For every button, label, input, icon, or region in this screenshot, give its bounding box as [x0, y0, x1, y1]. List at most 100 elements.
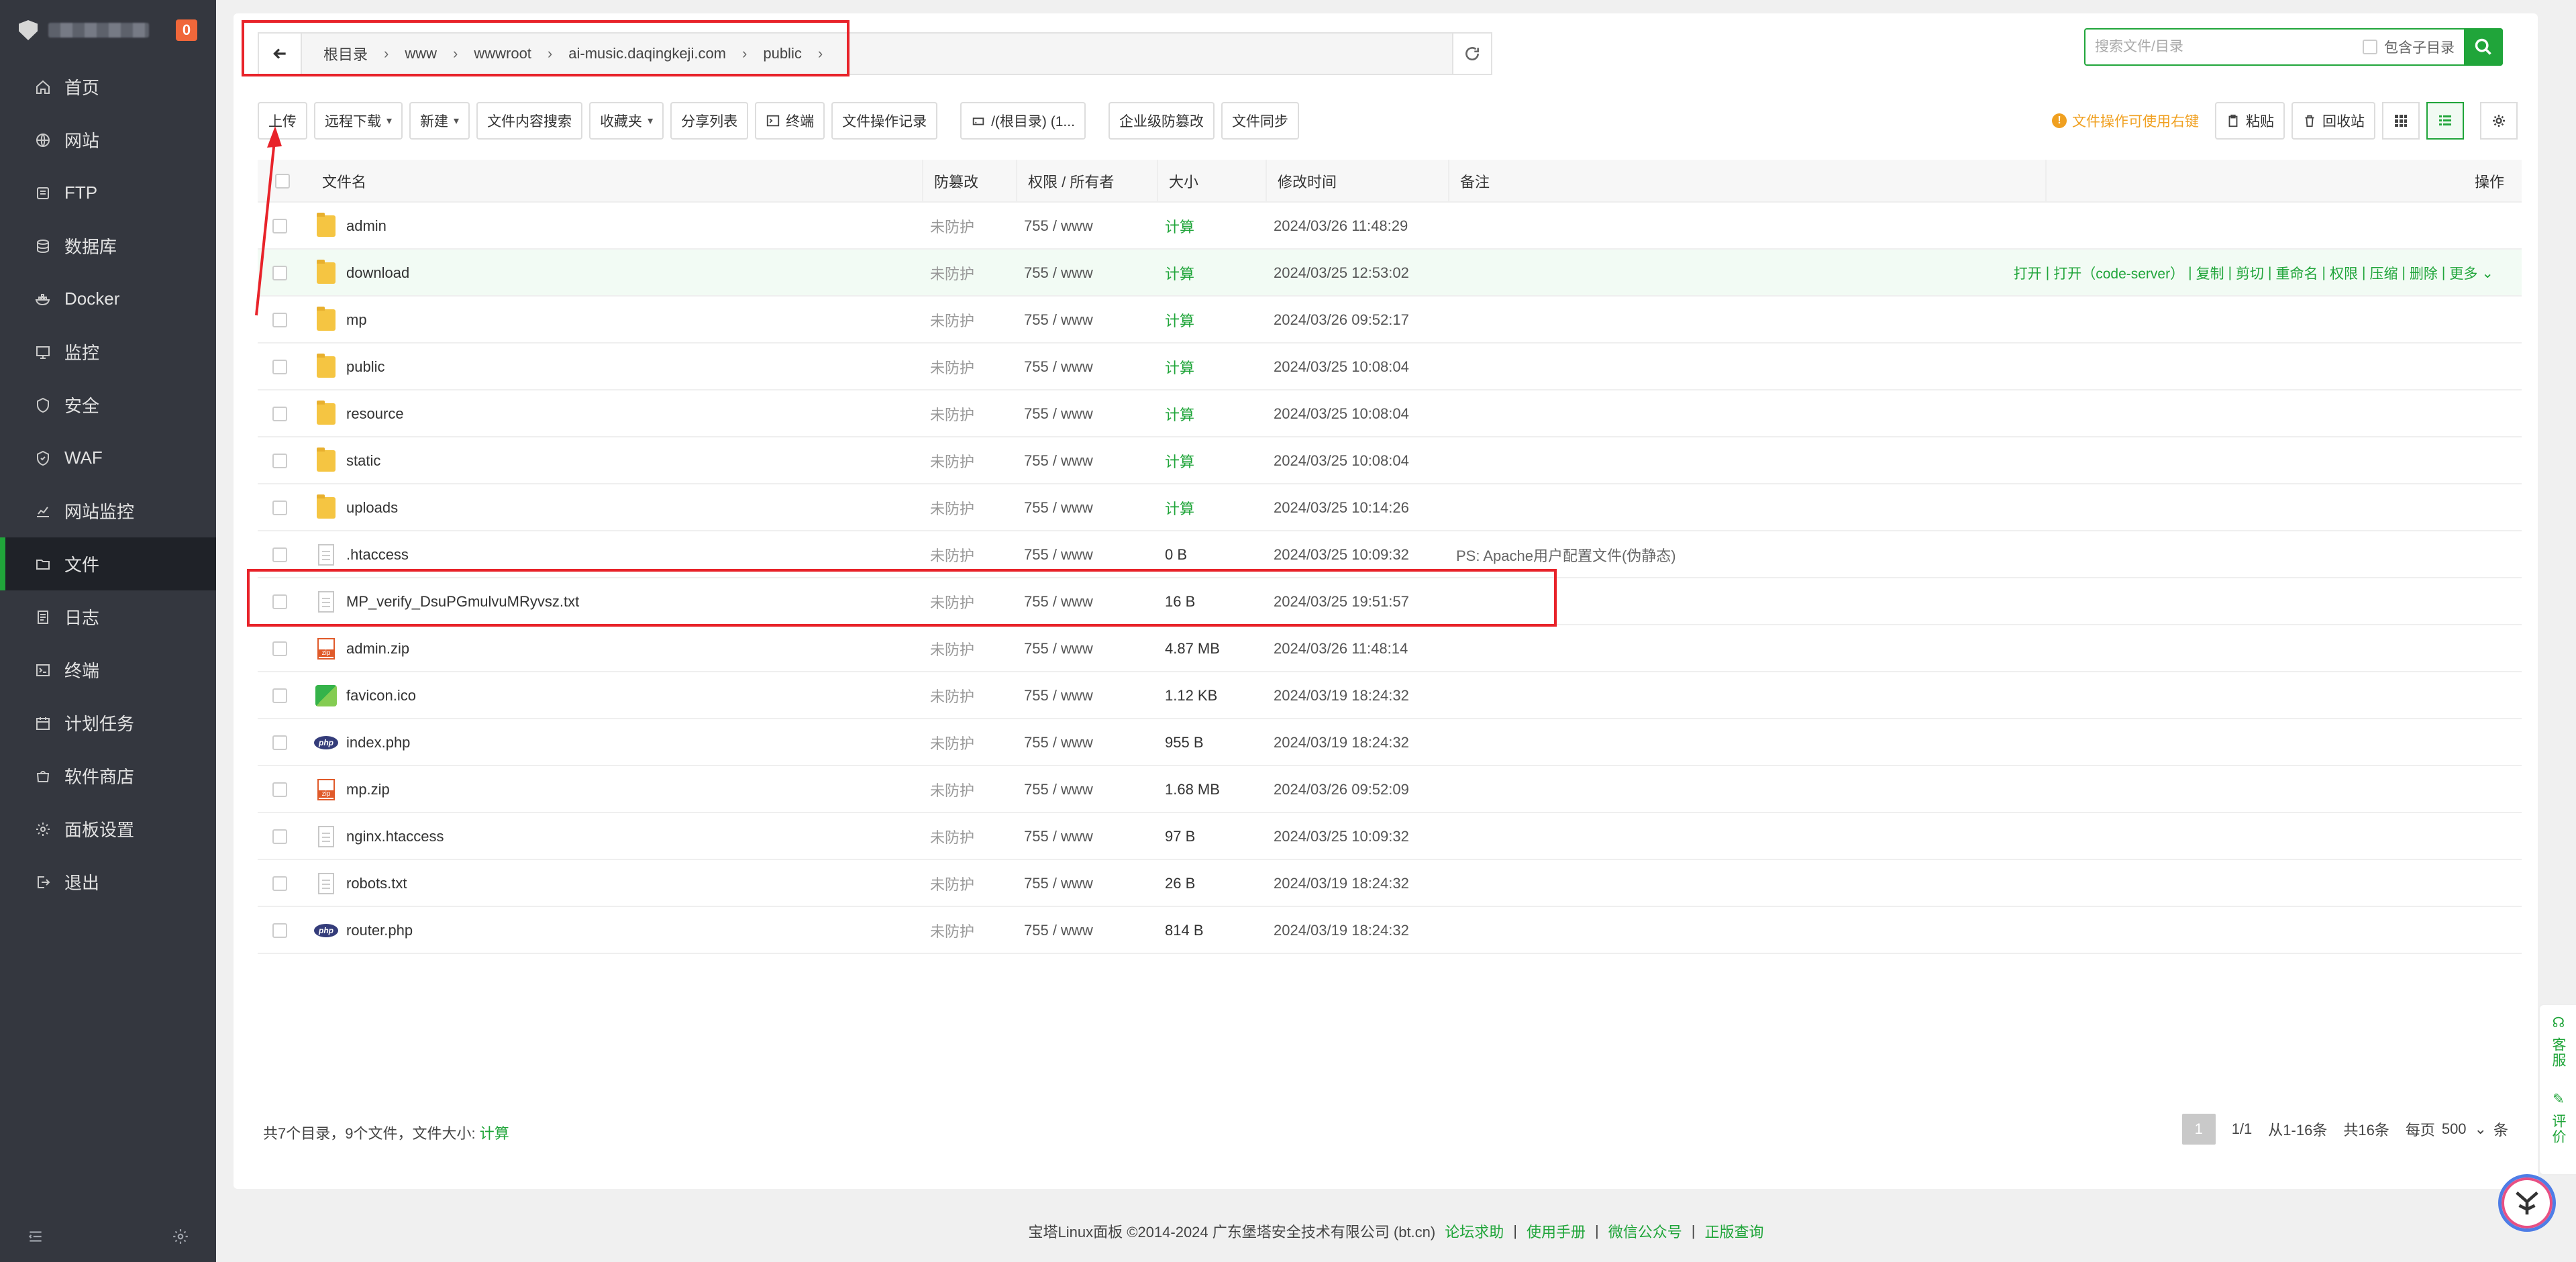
- forum-help-link[interactable]: 论坛求助: [1445, 1220, 1504, 1242]
- row-checkbox[interactable]: [272, 829, 287, 844]
- row-action-4[interactable]: 重命名: [2276, 263, 2318, 283]
- file-name[interactable]: .htaccess: [346, 531, 409, 578]
- file-name[interactable]: download: [346, 250, 409, 297]
- protect-status[interactable]: 未防护: [930, 203, 974, 250]
- permission-owner[interactable]: 755 / www: [1024, 344, 1093, 390]
- table-row[interactable]: uploads 未防护 755 / www 计算 2024/03/25 10:14:26: [258, 484, 2522, 531]
- file-name[interactable]: uploads: [346, 484, 398, 531]
- search-input[interactable]: [2085, 30, 2363, 64]
- search-button[interactable]: [2464, 28, 2503, 66]
- protect-status[interactable]: 未防护: [930, 484, 974, 531]
- row-checkbox[interactable]: [272, 407, 287, 421]
- table-row[interactable]: admin.zip 未防护 755 / www 4.87 MB 2024/03/26 1…: [258, 625, 2522, 672]
- table-row[interactable]: MP_verify_DsuPGmulvuMRyvsz.txt 未防护 755 / w…: [258, 578, 2522, 625]
- paste-button[interactable]: 粘贴: [2215, 102, 2285, 140]
- file-sync-button[interactable]: 文件同步: [1221, 102, 1299, 140]
- calc-total-size-link[interactable]: 计算: [480, 1125, 509, 1142]
- assistant-bot-button[interactable]: [2498, 1174, 2556, 1232]
- file-name[interactable]: static: [346, 437, 380, 484]
- row-action-8[interactable]: 更多: [2449, 263, 2477, 283]
- grid-view-button[interactable]: [2382, 102, 2420, 140]
- page-current[interactable]: 1: [2181, 1114, 2216, 1145]
- col-size[interactable]: 大小: [1157, 160, 1266, 203]
- sidebar-item-1[interactable]: 网站: [0, 113, 216, 166]
- row-action-5[interactable]: 权限: [2330, 263, 2358, 283]
- per-page-select[interactable]: 500 ⌄: [2442, 1120, 2487, 1138]
- permission-owner[interactable]: 755 / www: [1024, 672, 1093, 719]
- sidebar-item-11[interactable]: 终端: [0, 643, 216, 696]
- file-name[interactable]: resource: [346, 390, 404, 437]
- row-checkbox[interactable]: [272, 735, 287, 750]
- file-name[interactable]: MP_verify_DsuPGmulvuMRyvsz.txt: [346, 578, 579, 625]
- file-name[interactable]: router.php: [346, 907, 413, 954]
- permission-owner[interactable]: 755 / www: [1024, 578, 1093, 625]
- chevron-right-icon[interactable]: ›: [449, 45, 462, 62]
- permission-owner[interactable]: 755 / www: [1024, 766, 1093, 813]
- protect-status[interactable]: 未防护: [930, 344, 974, 390]
- permission-owner[interactable]: 755 / www: [1024, 484, 1093, 531]
- sidebar-item-5[interactable]: 监控: [0, 325, 216, 378]
- permission-owner[interactable]: 755 / www: [1024, 390, 1093, 437]
- permission-owner[interactable]: 755 / www: [1024, 860, 1093, 907]
- file-name[interactable]: robots.txt: [346, 860, 407, 907]
- sidebar-item-10[interactable]: 日志: [0, 590, 216, 643]
- protect-status[interactable]: 未防护: [930, 250, 974, 297]
- manual-link[interactable]: 使用手册: [1527, 1220, 1586, 1242]
- row-checkbox[interactable]: [272, 641, 287, 656]
- sidebar-item-15[interactable]: 退出: [0, 855, 216, 908]
- row-checkbox[interactable]: [272, 547, 287, 562]
- protect-status[interactable]: 未防护: [930, 578, 974, 625]
- row-action-7[interactable]: 删除: [2410, 263, 2438, 283]
- chevron-right-icon[interactable]: ›: [544, 45, 556, 62]
- sidebar-item-3[interactable]: 数据库: [0, 219, 216, 272]
- table-row[interactable]: static 未防护 755 / www 计算 2024/03/25 10:08:04: [258, 437, 2522, 484]
- sidebar-item-12[interactable]: 计划任务: [0, 696, 216, 749]
- include-subdir-checkbox[interactable]: 包含子目录: [2363, 37, 2464, 57]
- table-row[interactable]: download 未防护 755 / www 计算 2024/03/25 12:53:0…: [258, 250, 2522, 297]
- breadcrumb-item[interactable]: ai-music.daqingkeji.com: [563, 45, 731, 62]
- back-button[interactable]: [259, 34, 302, 74]
- protect-status[interactable]: 未防护: [930, 813, 974, 860]
- row-action-1[interactable]: 打开（code-server）: [2053, 263, 2184, 283]
- notification-badge[interactable]: 0: [176, 19, 197, 41]
- file-size[interactable]: 计算: [1165, 344, 1194, 390]
- row-checkbox[interactable]: [272, 688, 287, 703]
- license-check-link[interactable]: 正版查询: [1704, 1220, 1763, 1242]
- sidebar-item-9[interactable]: 文件: [0, 537, 216, 590]
- protect-status[interactable]: 未防护: [930, 390, 974, 437]
- row-checkbox[interactable]: [272, 594, 287, 609]
- checkbox[interactable]: [2363, 40, 2377, 54]
- file-name[interactable]: favicon.ico: [346, 672, 416, 719]
- table-row[interactable]: admin 未防护 755 / www 计算 2024/03/26 11:48:29: [258, 203, 2522, 250]
- protect-status[interactable]: 未防护: [930, 531, 974, 578]
- sidebar-item-0[interactable]: 首页: [0, 60, 216, 113]
- breadcrumb-item[interactable]: www: [399, 45, 442, 62]
- chevron-right-icon[interactable]: ›: [738, 45, 751, 62]
- protect-status[interactable]: 未防护: [930, 860, 974, 907]
- protect-status[interactable]: 未防护: [930, 672, 974, 719]
- sidebar-item-13[interactable]: 软件商店: [0, 749, 216, 802]
- remote-download-button[interactable]: 远程下载 ▾: [314, 102, 403, 140]
- sidebar-item-4[interactable]: Docker: [0, 272, 216, 325]
- col-name[interactable]: 文件名: [311, 160, 922, 203]
- breadcrumb-item[interactable]: wwwroot: [468, 45, 537, 62]
- permission-owner[interactable]: 755 / www: [1024, 250, 1093, 297]
- permission-owner[interactable]: 755 / www: [1024, 625, 1093, 672]
- settings-gear-icon[interactable]: [172, 1228, 189, 1249]
- file-name[interactable]: mp.zip: [346, 766, 390, 813]
- file-size[interactable]: 计算: [1165, 203, 1194, 250]
- permission-owner[interactable]: 755 / www: [1024, 203, 1093, 250]
- protect-status[interactable]: 未防护: [930, 297, 974, 344]
- terminal-button[interactable]: 终端: [755, 102, 825, 140]
- file-size[interactable]: 计算: [1165, 484, 1194, 531]
- settings-button[interactable]: [2480, 102, 2518, 140]
- sidebar-item-7[interactable]: WAF: [0, 431, 216, 484]
- permission-owner[interactable]: 755 / www: [1024, 813, 1093, 860]
- protect-status[interactable]: 未防护: [930, 766, 974, 813]
- row-action-0[interactable]: 打开: [2014, 263, 2042, 283]
- table-row[interactable]: nginx.htaccess 未防护 755 / www 97 B 2024/03/25…: [258, 813, 2522, 860]
- file-name[interactable]: mp: [346, 297, 367, 344]
- protect-status[interactable]: 未防护: [930, 907, 974, 954]
- new-button[interactable]: 新建 ▾: [409, 102, 470, 140]
- row-checkbox[interactable]: [272, 782, 287, 797]
